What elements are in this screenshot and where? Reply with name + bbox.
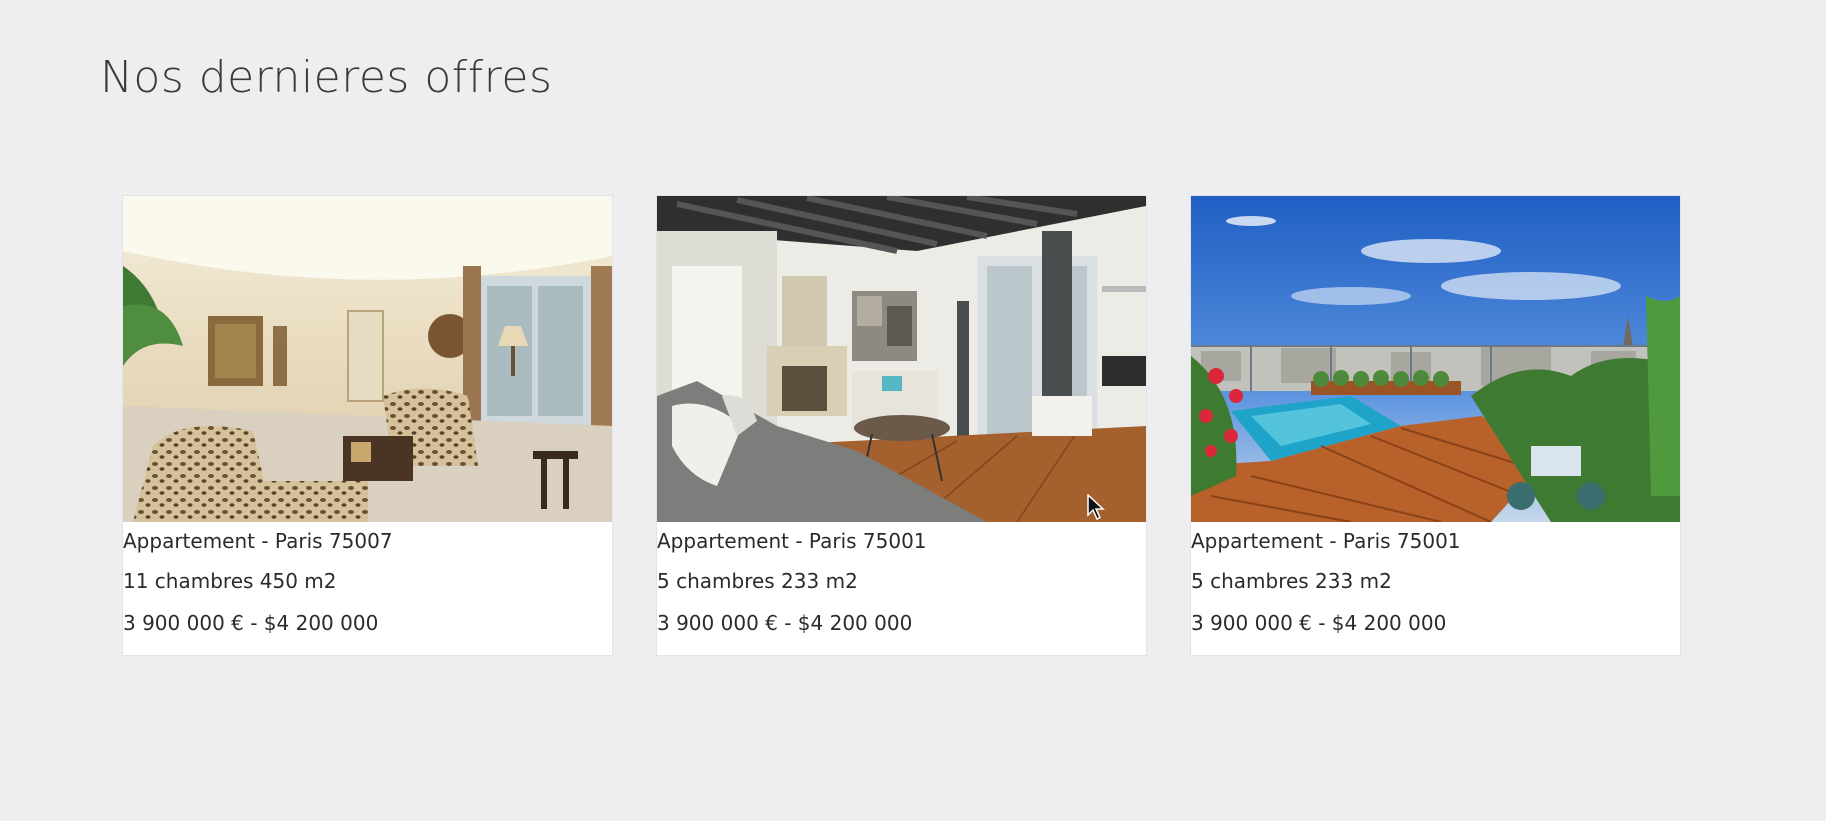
listing-photo-living-room-leopard-sofas[interactable] bbox=[123, 196, 612, 522]
listing-price: 3 900 000 € - $4 200 000 bbox=[1191, 611, 1447, 635]
listing-info: Appartement - Paris 75001 5 chambres 233… bbox=[1191, 522, 1680, 644]
listing-type-location: Appartement - Paris 75001 bbox=[1191, 529, 1461, 553]
page-title: Nos dernieres offres bbox=[100, 52, 553, 103]
mouse-cursor-icon bbox=[1087, 494, 1105, 520]
listing-photo-rooftop-terrace-pool[interactable] bbox=[1191, 196, 1680, 522]
listings-grid: Appartement - Paris 75007 11 chambres 45… bbox=[123, 196, 1680, 655]
listing-card[interactable]: Appartement - Paris 75001 5 chambres 233… bbox=[1191, 196, 1680, 655]
listing-price: 3 900 000 € - $4 200 000 bbox=[657, 611, 913, 635]
listing-type-location: Appartement - Paris 75001 bbox=[657, 529, 927, 553]
listing-rooms-area: 11 chambres 450 m2 bbox=[123, 569, 337, 593]
listing-info: Appartement - Paris 75007 11 chambres 45… bbox=[123, 522, 612, 644]
listing-price: 3 900 000 € - $4 200 000 bbox=[123, 611, 379, 635]
listing-card[interactable]: Appartement - Paris 75001 5 chambres 233… bbox=[657, 196, 1146, 655]
listing-rooms-area: 5 chambres 233 m2 bbox=[1191, 569, 1392, 593]
listing-info: Appartement - Paris 75001 5 chambres 233… bbox=[657, 522, 1146, 644]
listing-rooms-area: 5 chambres 233 m2 bbox=[657, 569, 858, 593]
listing-type-location: Appartement - Paris 75007 bbox=[123, 529, 393, 553]
listing-card[interactable]: Appartement - Paris 75007 11 chambres 45… bbox=[123, 196, 612, 655]
listing-photo-living-room-grey-sofa[interactable] bbox=[657, 196, 1146, 522]
